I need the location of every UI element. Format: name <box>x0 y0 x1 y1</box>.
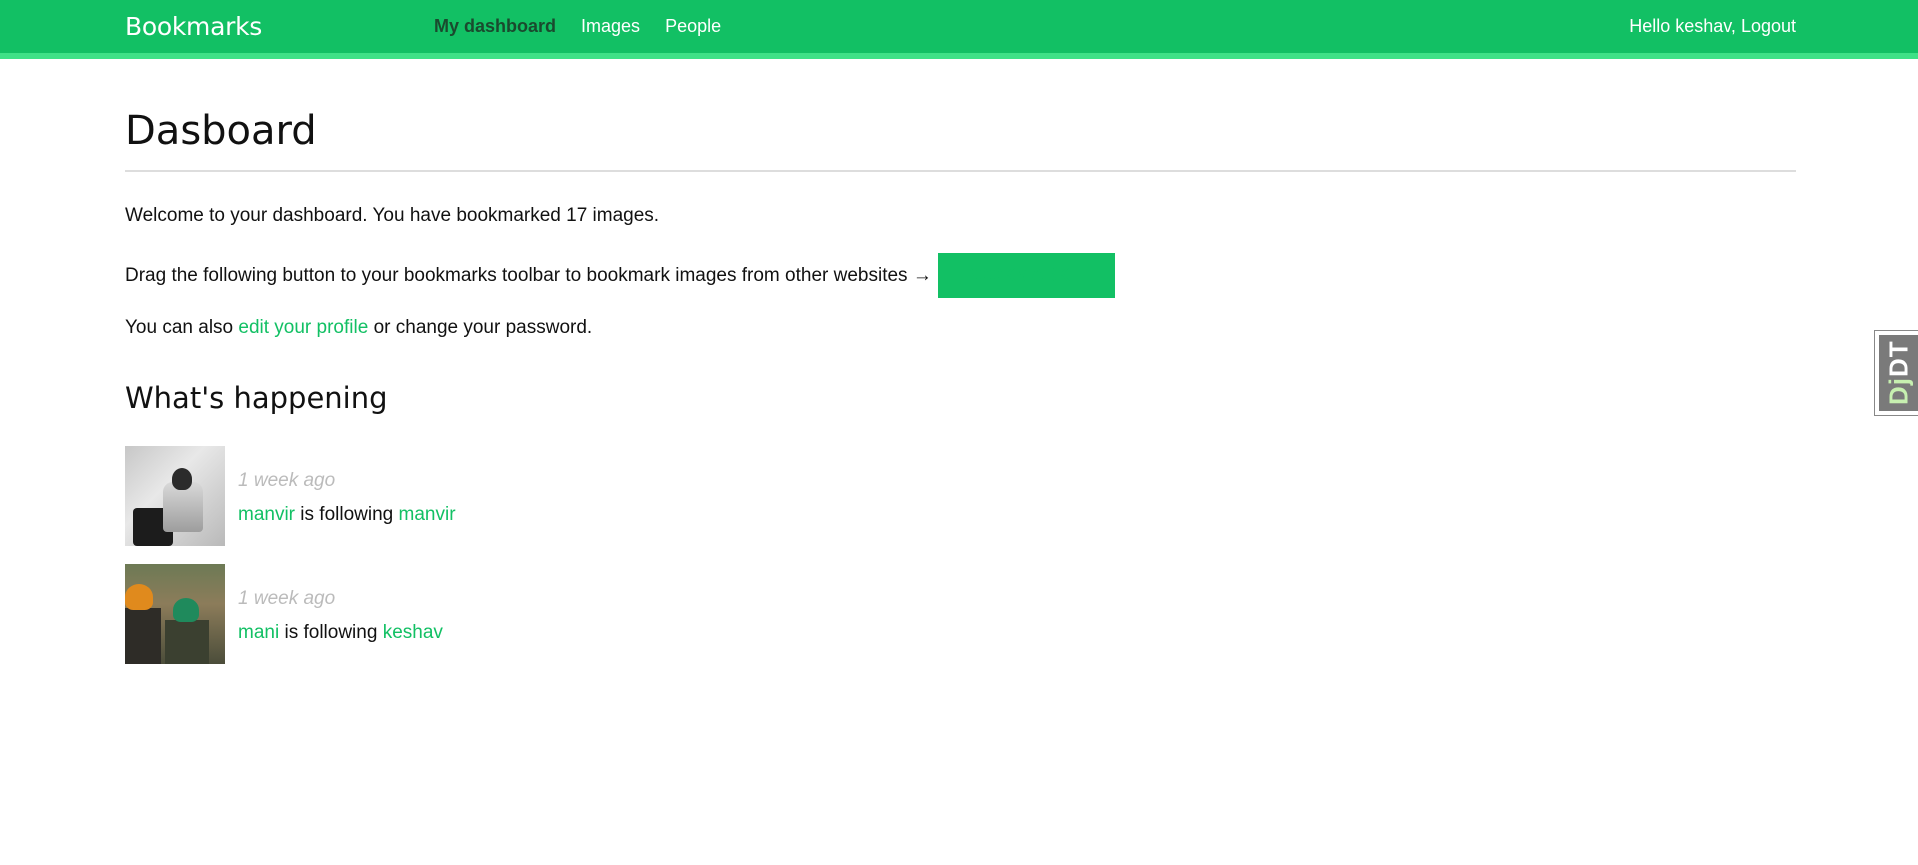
activity-item: 1 week ago mani is following keshav <box>125 564 443 664</box>
page: Bookmarks My dashboard Images People Hel… <box>0 0 1918 865</box>
activity-item: 1 week ago manvir is following manvir <box>125 446 456 546</box>
actor-link[interactable]: manvir <box>238 504 295 525</box>
bookmarklet-paragraph: Drag the following button to your bookma… <box>125 253 1115 298</box>
profile-prefix: You can also <box>125 317 234 338</box>
activity-date: 1 week ago <box>238 470 336 491</box>
activity-description: manvir is following manvir <box>238 504 456 526</box>
top-navbar: Bookmarks My dashboard Images People Hel… <box>0 0 1918 59</box>
logout-link[interactable]: Logout <box>1741 16 1796 36</box>
activity-date: 1 week ago <box>238 588 336 609</box>
welcome-text: Welcome to your dashboard. You have book… <box>125 205 660 226</box>
main-content: Dasboard Welcome to your dashboard. You … <box>125 108 1796 664</box>
user-avatar[interactable] <box>125 564 225 664</box>
brand-logo[interactable]: Bookmarks <box>125 12 262 41</box>
section-title: What's happening <box>125 381 388 415</box>
nav-item-my-dashboard[interactable]: My dashboard <box>434 16 556 37</box>
activity-verb: is following <box>300 504 394 525</box>
profile-suffix: or change your password. <box>373 317 593 338</box>
djdt-logo-icon: Dj DT <box>1879 335 1918 411</box>
user-greeting: Hello keshav, <box>1629 16 1736 36</box>
page-title: Dasboard <box>125 108 1796 172</box>
edit-profile-link[interactable]: edit your profile <box>238 317 368 338</box>
bookmark-it-button[interactable]: BOOKMARK IT <box>937 253 1115 298</box>
user-info: Hello keshav, Logout <box>1629 16 1796 37</box>
activity-verb: is following <box>284 622 378 643</box>
activity-info: 1 week ago mani is following keshav <box>238 564 443 644</box>
activity-info: 1 week ago manvir is following manvir <box>238 446 456 526</box>
nav-item-images[interactable]: Images <box>581 16 640 37</box>
user-avatar[interactable] <box>125 446 225 546</box>
debug-toolbar-handle[interactable]: Dj DT <box>1874 330 1918 416</box>
bookmarklet-instructions: Drag the following button to your bookma… <box>125 264 932 286</box>
target-link[interactable]: keshav <box>383 622 443 643</box>
activity-description: mani is following keshav <box>238 622 443 644</box>
target-link[interactable]: manvir <box>399 504 456 525</box>
actor-link[interactable]: mani <box>238 622 279 643</box>
profile-paragraph: You can also edit your profile or change… <box>125 317 592 339</box>
nav-item-people[interactable]: People <box>665 16 721 37</box>
main-nav: My dashboard Images People <box>434 16 721 37</box>
